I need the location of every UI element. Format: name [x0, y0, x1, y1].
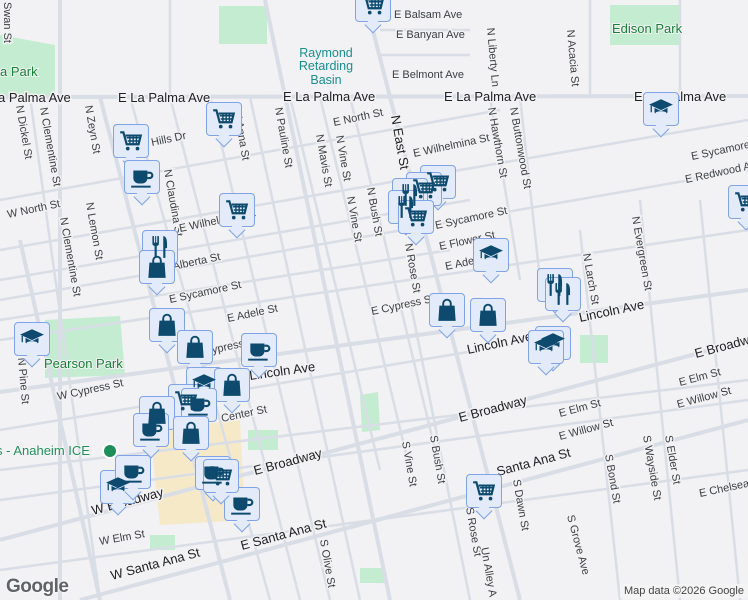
coffee-marker[interactable]	[115, 455, 151, 489]
cart-marker[interactable]	[466, 474, 502, 508]
bag-marker[interactable]	[177, 330, 213, 364]
google-logo: Google	[6, 576, 69, 597]
cart-marker[interactable]	[728, 185, 748, 219]
street-label: Un Alley A	[478, 546, 499, 598]
basin-label: Raymond	[299, 46, 353, 60]
street-label: E Broadway	[693, 328, 748, 361]
coffee-marker[interactable]	[133, 413, 169, 447]
park-label: Edison Park	[612, 21, 683, 36]
street-label: N Larch St	[580, 252, 601, 305]
street-label: E Belmont Ave	[392, 69, 464, 81]
bag-marker[interactable]	[173, 416, 209, 450]
street-label: E Chelsea	[698, 477, 748, 499]
street-label: N East St	[388, 114, 412, 171]
street-label: S Grove Ave	[564, 514, 592, 577]
street-label: Lincoln Ave	[466, 328, 534, 356]
street-label: S Dawn St	[510, 478, 531, 531]
park-label: a Park	[0, 64, 38, 79]
bag-marker[interactable]	[470, 298, 506, 332]
bag-marker[interactable]	[214, 368, 250, 402]
map-attribution[interactable]: Map data ©2026 Google	[619, 584, 748, 598]
cart-marker[interactable]	[113, 124, 149, 158]
street-label: E La Palma Ave	[118, 90, 210, 105]
coffee-marker[interactable]	[241, 333, 277, 367]
street-label: N Vine St	[344, 195, 364, 243]
coffee-marker[interactable]	[181, 388, 217, 422]
street-label: Santa Ana St	[495, 445, 573, 479]
street-label: N Zeyn St	[82, 104, 102, 154]
street-label: E Sycamore St	[434, 205, 508, 232]
graduation-marker[interactable]	[473, 238, 509, 272]
street-label: E Wilhelmina St	[412, 132, 490, 160]
street-label: W Elm St	[98, 528, 145, 548]
street-label: a Palma Ave	[0, 90, 71, 105]
bag-marker[interactable]	[149, 308, 185, 342]
street-label: W North St	[6, 198, 61, 221]
cart-marker[interactable]	[219, 193, 255, 227]
street-label: E Balsam Ave	[394, 9, 462, 21]
street-label: E Broadway	[252, 445, 324, 478]
street-label: N Rose St	[402, 242, 423, 293]
bag-marker[interactable]	[139, 250, 175, 284]
cart-marker[interactable]	[398, 200, 434, 234]
cart-marker[interactable]	[355, 0, 391, 22]
street-label: S Bond St	[602, 453, 622, 504]
street-label: E Sycamore St	[168, 279, 242, 306]
street-label: N Liberty Ln	[484, 27, 501, 87]
graduation-marker[interactable]	[643, 92, 679, 126]
street-label: N Acacia St	[564, 29, 581, 87]
basin-label: Retarding	[299, 59, 353, 73]
bag-marker[interactable]	[429, 293, 465, 327]
restaurant-marker[interactable]	[545, 277, 581, 311]
basin-label: Basin	[310, 73, 341, 87]
street-label: E La Palma Ave	[444, 89, 536, 104]
park-label: Pearson Park	[44, 356, 123, 371]
cart-marker[interactable]	[203, 459, 239, 493]
street-label: E Banyan Ave	[396, 29, 465, 41]
street-label: N Buttonwood St	[507, 106, 533, 189]
anaheim-ice-label[interactable]: s - Anaheim ICE	[0, 443, 90, 458]
coffee-marker[interactable]	[124, 160, 160, 194]
street-label: E La Palma Ave	[283, 89, 375, 104]
street-label: Swan St	[1, 2, 13, 43]
street-label: S Bush St	[427, 434, 447, 484]
street-label: E Sycamore	[690, 139, 748, 163]
street-label: S Vine St	[399, 440, 419, 487]
cart-marker[interactable]	[206, 102, 242, 136]
coffee-marker[interactable]	[224, 487, 260, 521]
graduation-marker[interactable]	[14, 322, 50, 356]
street-label: E North St	[332, 107, 384, 129]
graduation-marker[interactable]	[528, 330, 564, 364]
street-label: N Bush St	[364, 186, 384, 237]
street-label: N Evergreen St	[629, 215, 654, 291]
